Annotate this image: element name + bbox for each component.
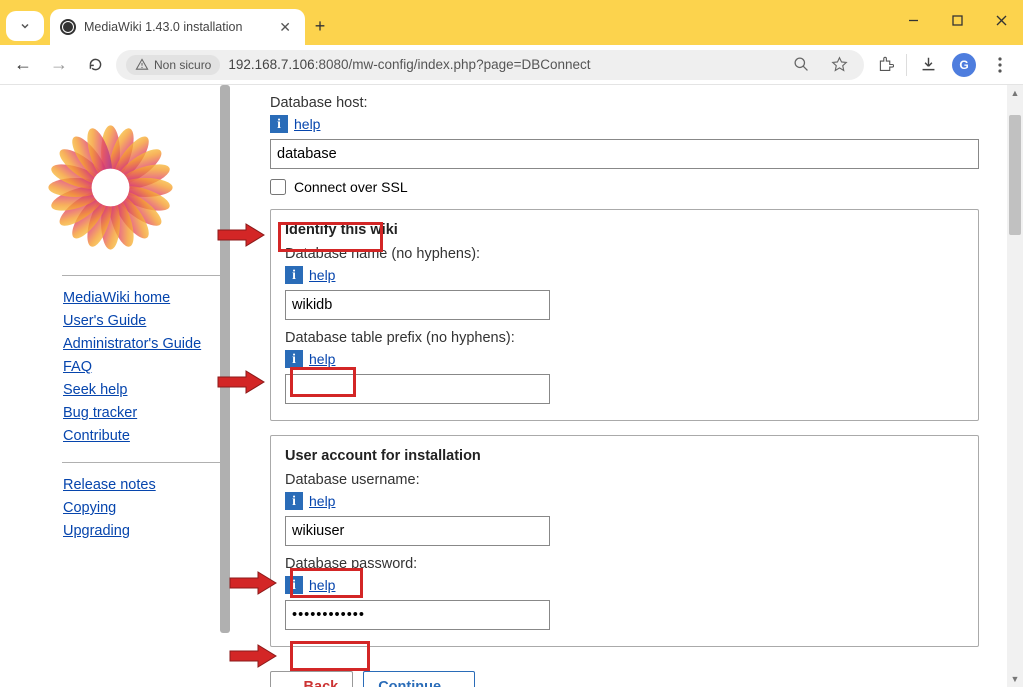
- sidebar-link[interactable]: FAQ: [63, 359, 210, 375]
- db-host-block: Database host: i help: [270, 95, 979, 169]
- security-chip[interactable]: Non sicuro: [126, 55, 220, 75]
- sidebar: MediaWiki home User's Guide Administrato…: [0, 85, 230, 687]
- annotation-arrow: [216, 369, 266, 395]
- db-user-input[interactable]: [285, 516, 550, 546]
- annotation-arrow: [228, 643, 278, 669]
- sidebar-link[interactable]: Bug tracker: [63, 405, 210, 421]
- zoom-icon[interactable]: [786, 50, 816, 80]
- info-icon[interactable]: i: [270, 115, 288, 133]
- profile-avatar[interactable]: G: [949, 50, 979, 80]
- maximize-button[interactable]: [935, 0, 979, 40]
- reload-button[interactable]: [80, 50, 110, 80]
- close-window-button[interactable]: [979, 0, 1023, 40]
- sidebar-divider: [62, 462, 222, 463]
- bookmark-icon[interactable]: [824, 50, 854, 80]
- browser-toolbar: ← → Non sicuro 192.168.7.106:8080/mw-con…: [0, 45, 1023, 85]
- ssl-row: Connect over SSL: [270, 179, 979, 195]
- back-button[interactable]: ←: [8, 50, 38, 80]
- browser-titlebar: MediaWiki 1.43.0 installation ✕ +: [0, 0, 1023, 45]
- info-icon[interactable]: i: [285, 266, 303, 284]
- sidebar-link[interactable]: MediaWiki home: [63, 290, 210, 306]
- help-link[interactable]: help: [294, 116, 320, 132]
- security-label: Non sicuro: [154, 58, 211, 72]
- sidebar-scrollbar[interactable]: [220, 85, 230, 633]
- annotation-box: [290, 367, 356, 397]
- menu-icon[interactable]: [985, 50, 1015, 80]
- identify-title: Identify this wiki: [285, 222, 964, 238]
- db-name-label: Database name (no hyphens):: [285, 246, 964, 262]
- user-title: User account for installation: [285, 448, 964, 464]
- sidebar-links-a: MediaWiki home User's Guide Administrato…: [10, 290, 210, 444]
- window-controls: [891, 0, 1023, 40]
- info-icon[interactable]: i: [285, 492, 303, 510]
- sidebar-link[interactable]: Release notes: [63, 477, 210, 493]
- nav-buttons: ← Back Continue →: [270, 671, 979, 687]
- browser-tab[interactable]: MediaWiki 1.43.0 installation ✕: [50, 9, 305, 45]
- db-host-input[interactable]: [270, 139, 979, 169]
- annotation-box: [290, 568, 363, 598]
- close-tab-icon[interactable]: ✕: [275, 17, 295, 38]
- help-link[interactable]: help: [309, 351, 335, 367]
- sidebar-divider: [62, 275, 222, 276]
- ssl-checkbox[interactable]: [270, 179, 286, 195]
- scroll-up-icon[interactable]: ▲: [1007, 85, 1023, 101]
- help-link[interactable]: help: [309, 267, 335, 283]
- table-prefix-label: Database table prefix (no hyphens):: [285, 330, 964, 346]
- scroll-down-icon[interactable]: ▼: [1007, 671, 1023, 687]
- mediawiki-logo: [43, 120, 178, 255]
- new-tab-button[interactable]: +: [305, 11, 335, 41]
- sidebar-link[interactable]: Seek help: [63, 382, 210, 398]
- sidebar-link[interactable]: Contribute: [63, 428, 210, 444]
- warning-icon: [135, 58, 149, 72]
- user-account-fieldset: User account for installation Database u…: [270, 435, 979, 647]
- help-link[interactable]: help: [309, 493, 335, 509]
- vertical-scrollbar[interactable]: ▲ ▼: [1007, 85, 1023, 687]
- page-content: MediaWiki home User's Guide Administrato…: [0, 85, 1007, 687]
- forward-button[interactable]: →: [44, 50, 74, 80]
- sidebar-link[interactable]: Upgrading: [63, 523, 210, 539]
- tab-title: MediaWiki 1.43.0 installation: [84, 20, 267, 34]
- continue-button[interactable]: Continue →: [363, 671, 474, 687]
- page-viewport: ▲ ▼: [0, 85, 1023, 687]
- sidebar-links-b: Release notes Copying Upgrading: [10, 477, 210, 539]
- db-name-input[interactable]: [285, 290, 550, 320]
- back-install-button[interactable]: ← Back: [270, 671, 353, 687]
- db-pass-input[interactable]: [285, 600, 550, 630]
- sidebar-link[interactable]: Copying: [63, 500, 210, 516]
- annotation-box: [278, 222, 383, 252]
- tab-search-button[interactable]: [6, 11, 44, 41]
- minimize-button[interactable]: [891, 0, 935, 40]
- url-text: 192.168.7.106:8080/mw-config/index.php?p…: [228, 57, 778, 72]
- info-icon[interactable]: i: [285, 350, 303, 368]
- db-user-label: Database username:: [285, 472, 964, 488]
- extensions-icon[interactable]: [870, 50, 900, 80]
- sidebar-link[interactable]: Administrator's Guide: [63, 336, 210, 352]
- downloads-icon[interactable]: [913, 50, 943, 80]
- annotation-arrow: [216, 222, 266, 248]
- db-host-label: Database host:: [270, 95, 979, 111]
- annotation-arrow: [228, 570, 278, 596]
- separator: [906, 54, 907, 76]
- url-bar[interactable]: Non sicuro 192.168.7.106:8080/mw-config/…: [116, 50, 864, 80]
- annotation-box: [290, 641, 370, 671]
- mediawiki-favicon: [60, 19, 76, 35]
- ssl-label: Connect over SSL: [294, 179, 408, 195]
- scrollbar-thumb[interactable]: [1009, 115, 1021, 235]
- db-pass-label: Database password:: [285, 556, 964, 572]
- sidebar-link[interactable]: User's Guide: [63, 313, 210, 329]
